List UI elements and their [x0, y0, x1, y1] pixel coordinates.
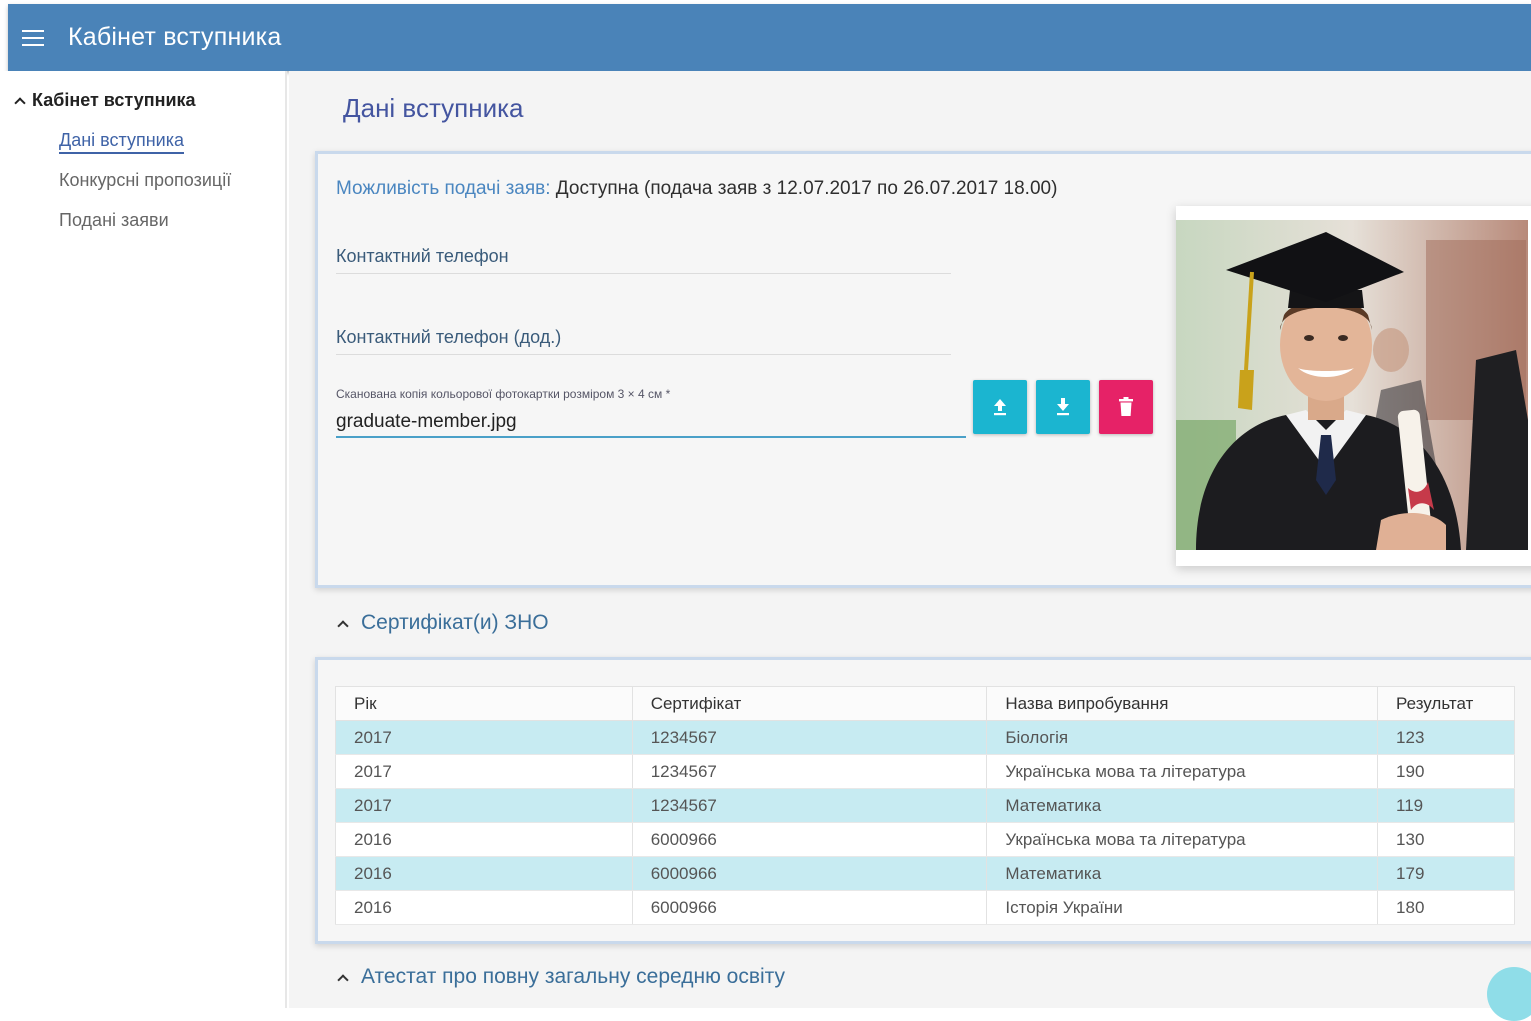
- graduate-photo-image: [1176, 220, 1528, 550]
- applicant-photo: [1176, 206, 1531, 566]
- cell-year: 2017: [335, 754, 633, 789]
- cell-test-name: Українська мова та література: [986, 754, 1379, 789]
- column-header-result[interactable]: Результат: [1377, 686, 1515, 721]
- cell-test-name: Історія України: [986, 890, 1379, 925]
- cell-certificate: 1234567: [631, 720, 988, 755]
- availability-label: Можливість подачі заяв:: [336, 178, 551, 199]
- cell-year: 2017: [335, 720, 633, 755]
- chevron-up-icon: [337, 973, 349, 986]
- column-header-year[interactable]: Рік: [335, 686, 633, 721]
- floating-action-button[interactable]: [1487, 967, 1531, 1021]
- phone2-field[interactable]: Контактний телефон (дод.): [336, 327, 951, 355]
- cell-certificate: 1234567: [631, 788, 988, 823]
- certificates-section-title: Сертифікат(и) ЗНО: [361, 611, 549, 634]
- chevron-up-icon: [337, 619, 349, 632]
- table-row[interactable]: 2016 6000966 Українська мова та літерату…: [335, 822, 1515, 857]
- table-row[interactable]: 2016 6000966 Математика 179: [335, 856, 1515, 891]
- chevron-up-icon: [14, 96, 26, 109]
- cell-test-name: Математика: [986, 788, 1379, 823]
- hamburger-icon[interactable]: [22, 29, 44, 46]
- table-row[interactable]: 2017 1234567 Біологія 123: [335, 720, 1515, 755]
- cell-result: 123: [1377, 720, 1515, 755]
- attestat-section-toggle[interactable]: Атестат про повну загальну середню освіт…: [337, 965, 785, 989]
- photo-file-field[interactable]: Сканована копія кольорової фотокартки ро…: [336, 387, 966, 438]
- sidebar: Кабінет вступника Дані вступника Конкурс…: [0, 71, 287, 1008]
- cell-year: 2016: [335, 856, 633, 891]
- table-row[interactable]: 2017 1234567 Математика 119: [335, 788, 1515, 823]
- cell-test-name: Математика: [986, 856, 1379, 891]
- attestat-section-title: Атестат про повну загальну середню освіт…: [361, 965, 786, 988]
- cell-certificate: 6000966: [631, 856, 988, 891]
- column-header-certificate[interactable]: Сертифікат: [631, 686, 988, 721]
- cell-result: 180: [1377, 890, 1515, 925]
- upload-button[interactable]: [973, 380, 1027, 434]
- page-title: Дані вступника: [343, 93, 524, 123]
- cell-certificate: 1234567: [631, 754, 988, 789]
- sidebar-item-competitive-offers[interactable]: Конкурсні пропозиції: [59, 170, 231, 191]
- column-header-test-name[interactable]: Назва випробування: [986, 686, 1379, 721]
- availability-line: Можливість подачі заяв: Доступна (подача…: [336, 178, 1057, 200]
- sidebar-group-label: Кабінет вступника: [32, 90, 196, 110]
- photo-file-name: graduate-member.jpg: [336, 411, 517, 432]
- download-icon: [1057, 398, 1069, 416]
- sidebar-item-submitted-applications[interactable]: Подані заяви: [59, 210, 169, 231]
- cell-test-name: Українська мова та література: [986, 822, 1379, 857]
- cell-certificate: 6000966: [631, 890, 988, 925]
- cell-year: 2017: [335, 788, 633, 823]
- applicant-card: Можливість подачі заяв: Доступна (подача…: [315, 151, 1531, 588]
- phone2-field-label: Контактний телефон (дод.): [336, 327, 562, 347]
- cell-year: 2016: [335, 822, 633, 857]
- cell-result: 190: [1377, 754, 1515, 789]
- availability-value: Доступна (подача заяв з 12.07.2017 по 26…: [555, 178, 1058, 199]
- sidebar-group-toggle[interactable]: Кабінет вступника: [12, 90, 196, 111]
- download-button[interactable]: [1036, 380, 1090, 434]
- photo-file-caption: Сканована копія кольорової фотокартки ро…: [336, 387, 671, 401]
- main-content: Дані вступника Можливість подачі заяв: Д…: [289, 71, 1531, 1008]
- phone-field-label: Контактний телефон: [336, 246, 509, 266]
- phone-field[interactable]: Контактний телефон: [336, 246, 951, 274]
- table-row[interactable]: 2017 1234567 Українська мова та літерату…: [335, 754, 1515, 789]
- sidebar-item-applicant-data[interactable]: Дані вступника: [59, 130, 184, 154]
- cell-test-name: Біологія: [986, 720, 1379, 755]
- certificates-section-toggle[interactable]: Сертифікат(и) ЗНО: [337, 611, 549, 635]
- app-title: Кабінет вступника: [68, 23, 282, 51]
- cell-year: 2016: [335, 890, 633, 925]
- delete-button[interactable]: [1099, 380, 1153, 434]
- cell-certificate: 6000966: [631, 822, 988, 857]
- cell-result: 119: [1377, 788, 1515, 823]
- trash-icon: [1119, 397, 1133, 416]
- upload-icon: [994, 399, 1006, 416]
- cell-result: 179: [1377, 856, 1515, 891]
- app-header: Кабінет вступника: [8, 4, 1531, 71]
- certificates-table: Рік Сертифікат Назва випробування Резуль…: [335, 686, 1515, 925]
- cell-result: 130: [1377, 822, 1515, 857]
- table-row[interactable]: 2016 6000966 Історія України 180: [335, 890, 1515, 925]
- certificates-card: Рік Сертифікат Назва випробування Резуль…: [315, 657, 1531, 944]
- table-header-row: Рік Сертифікат Назва випробування Резуль…: [335, 686, 1515, 721]
